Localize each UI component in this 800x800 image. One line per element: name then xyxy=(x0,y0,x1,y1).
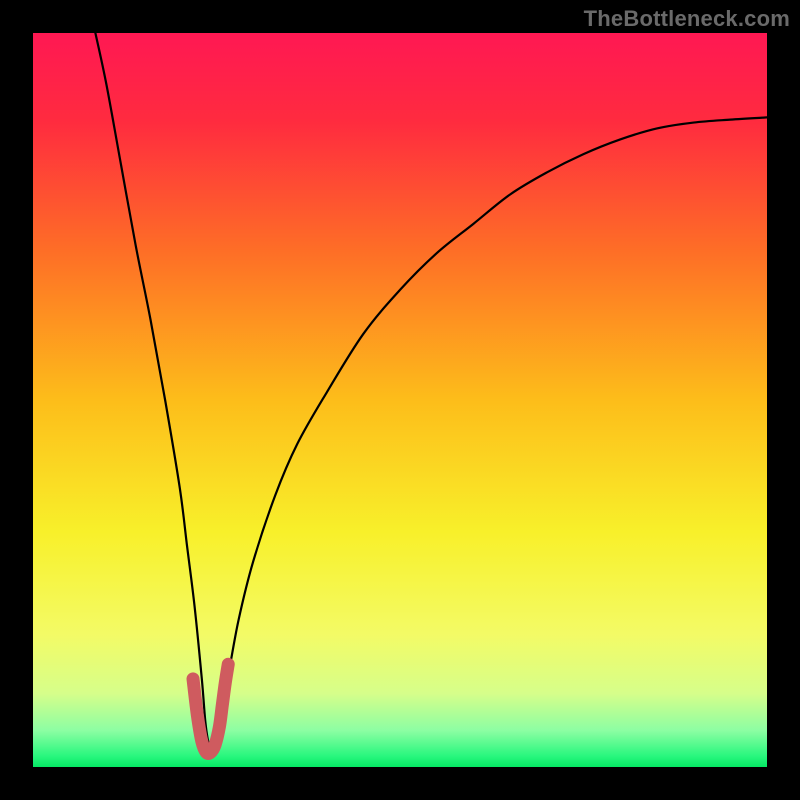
plot-area xyxy=(33,33,767,767)
gradient-background xyxy=(33,33,767,767)
plot-svg xyxy=(33,33,767,767)
watermark-text: TheBottleneck.com xyxy=(584,6,790,32)
chart-frame: TheBottleneck.com xyxy=(0,0,800,800)
